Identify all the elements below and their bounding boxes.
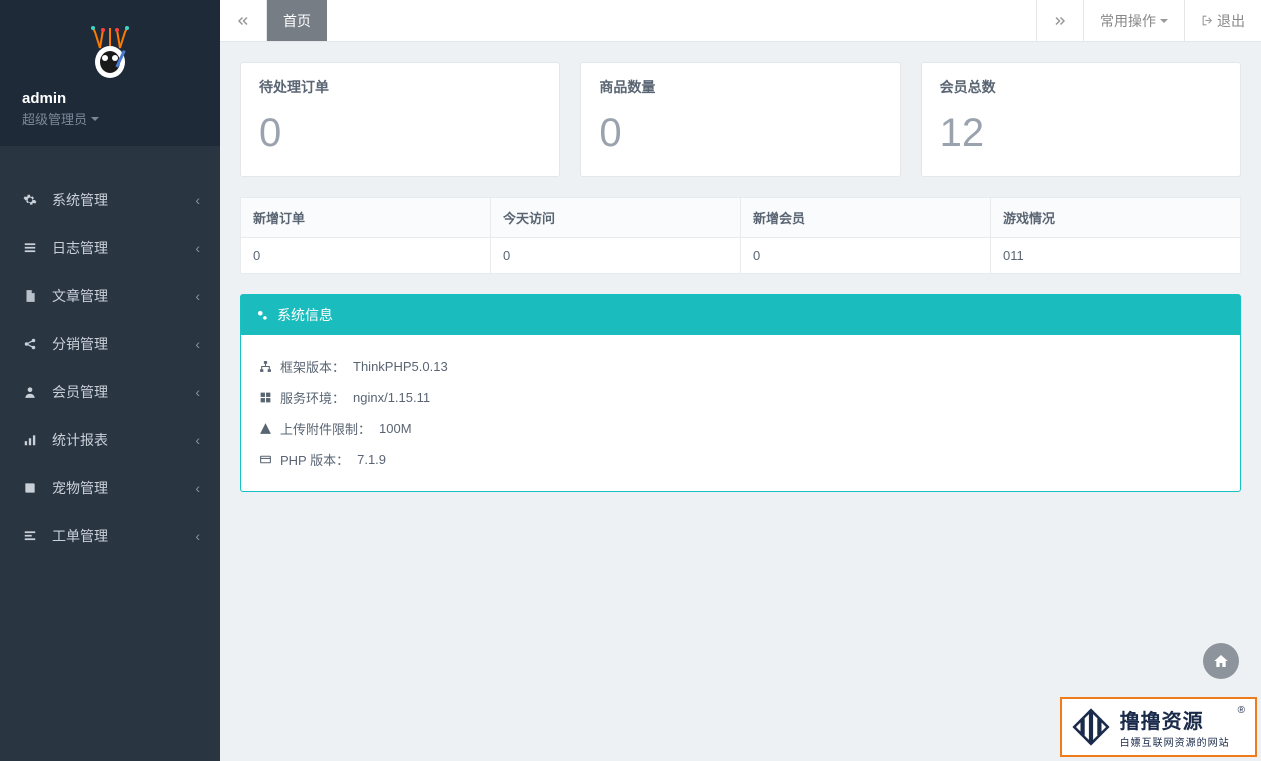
main: 首页 常用操作 退出 待处理订单 0: [220, 0, 1261, 761]
stat-member-total: 会员总数 12: [921, 62, 1241, 177]
watermark-logo-icon: [1070, 706, 1112, 748]
tab-home[interactable]: 首页: [267, 0, 327, 41]
menu-label: 工单管理: [52, 526, 108, 546]
tabs-scroll-left[interactable]: [220, 0, 267, 41]
sysinfo-panel: 系统信息 框架版本：ThinkPHP5.0.13 服务环境：nginx/1.15…: [240, 294, 1241, 492]
watermark-reg: ®: [1238, 705, 1245, 716]
caret-down-icon: [1160, 19, 1168, 23]
caret-down-icon: [91, 117, 99, 121]
td: 011: [991, 238, 1241, 274]
chevron-left-icon: ‹: [195, 528, 200, 544]
topbar: 首页 常用操作 退出: [220, 0, 1261, 42]
panel-header: 系统信息: [241, 295, 1240, 335]
share-icon: [22, 337, 38, 351]
warning-icon: [259, 422, 272, 435]
chevron-left-icon: ‹: [195, 480, 200, 496]
sidebar-item-pets[interactable]: 宠物管理 ‹: [0, 464, 220, 512]
sidebar-item-articles[interactable]: 文章管理 ‹: [0, 272, 220, 320]
menu-label: 会员管理: [52, 382, 108, 402]
double-chevron-right-icon: [1053, 15, 1067, 27]
gear-icon: [22, 193, 38, 207]
td: 0: [491, 238, 741, 274]
th-new-members: 新增会员: [741, 198, 991, 238]
stat-label: 会员总数: [940, 77, 1222, 97]
summary-table: 新增订单 今天访问 新增会员 游戏情况 0 0 0 011: [240, 197, 1241, 274]
chevron-left-icon: ‹: [195, 192, 200, 208]
sidebar-item-system[interactable]: 系统管理 ‹: [0, 176, 220, 224]
logout-button[interactable]: 退出: [1184, 0, 1261, 41]
sidebar-item-stats[interactable]: 统计报表 ‹: [0, 416, 220, 464]
watermark-subtitle: 白嫖互联网资源的网站: [1120, 734, 1230, 749]
username: admin: [22, 90, 198, 107]
td: 0: [741, 238, 991, 274]
info-server: 服务环境：nginx/1.15.11: [259, 382, 1222, 413]
menu-label: 文章管理: [52, 286, 108, 306]
menu-label: 统计报表: [52, 430, 108, 450]
gears-icon: [255, 308, 269, 322]
table-row: 0 0 0 011: [241, 238, 1241, 274]
double-chevron-left-icon: [236, 15, 250, 27]
chevron-left-icon: ‹: [195, 240, 200, 256]
stat-value: 0: [259, 111, 541, 156]
chevron-left-icon: ‹: [195, 336, 200, 352]
watermark: 撸撸资源 白嫖互联网资源的网站 ®: [1060, 697, 1257, 757]
user-role: 超级管理员: [22, 109, 198, 128]
stat-value: 0: [599, 111, 881, 156]
th-today-visits: 今天访问: [491, 198, 741, 238]
menu-label: 日志管理: [52, 238, 108, 258]
common-ops-dropdown[interactable]: 常用操作: [1083, 0, 1184, 41]
td: 0: [241, 238, 491, 274]
user-icon: [22, 385, 38, 399]
windows-icon: [259, 391, 272, 404]
user-block[interactable]: admin 超级管理员: [0, 90, 220, 128]
home-float-button[interactable]: [1203, 643, 1239, 679]
panel-title: 系统信息: [277, 305, 333, 325]
bars-icon: [22, 433, 38, 447]
sitemap-icon: [259, 360, 272, 373]
chevron-left-icon: ‹: [195, 288, 200, 304]
logout-icon: [1201, 14, 1214, 27]
chevron-left-icon: ‹: [195, 384, 200, 400]
menu-label: 分销管理: [52, 334, 108, 354]
sidebar-item-tickets[interactable]: 工单管理 ‹: [0, 512, 220, 560]
stat-label: 待处理订单: [259, 77, 541, 97]
watermark-title: 撸撸资源: [1120, 705, 1230, 734]
tabs-scroll-right[interactable]: [1036, 0, 1083, 41]
sidebar: admin 超级管理员 系统管理 ‹ 日志管理 ‹ 文章管理 ‹: [0, 0, 220, 761]
content: 待处理订单 0 商品数量 0 会员总数 12 新增订单 今天访问 新: [220, 42, 1261, 761]
stat-label: 商品数量: [599, 77, 881, 97]
home-icon: [1213, 653, 1229, 669]
panel-body: 框架版本：ThinkPHP5.0.13 服务环境：nginx/1.15.11 上…: [241, 335, 1240, 491]
sidebar-item-distribution[interactable]: 分销管理 ‹: [0, 320, 220, 368]
sidebar-header: admin 超级管理员: [0, 0, 220, 146]
menu-label: 宠物管理: [52, 478, 108, 498]
sidebar-item-logs[interactable]: 日志管理 ‹: [0, 224, 220, 272]
info-upload-limit: 上传附件限制：100M: [259, 413, 1222, 444]
list-icon: [22, 241, 38, 255]
stat-pending-orders: 待处理订单 0: [240, 62, 560, 177]
menu-label: 系统管理: [52, 190, 108, 210]
info-php: PHP 版本：7.1.9: [259, 444, 1222, 475]
stats-row: 待处理订单 0 商品数量 0 会员总数 12: [240, 62, 1241, 177]
stat-product-count: 商品数量 0: [580, 62, 900, 177]
card-icon: [259, 453, 272, 466]
ticket-icon: [22, 529, 38, 543]
sidebar-menu: 系统管理 ‹ 日志管理 ‹ 文章管理 ‹ 分销管理 ‹ 会员管理 ‹: [0, 176, 220, 560]
sidebar-item-members[interactable]: 会员管理 ‹: [0, 368, 220, 416]
book-icon: [22, 481, 38, 495]
chevron-left-icon: ‹: [195, 432, 200, 448]
info-framework: 框架版本：ThinkPHP5.0.13: [259, 351, 1222, 382]
app-logo: [85, 20, 135, 80]
th-game-status: 游戏情况: [991, 198, 1241, 238]
file-icon: [22, 289, 38, 303]
table-header-row: 新增订单 今天访问 新增会员 游戏情况: [241, 198, 1241, 238]
stat-value: 12: [940, 111, 1222, 156]
th-new-orders: 新增订单: [241, 198, 491, 238]
